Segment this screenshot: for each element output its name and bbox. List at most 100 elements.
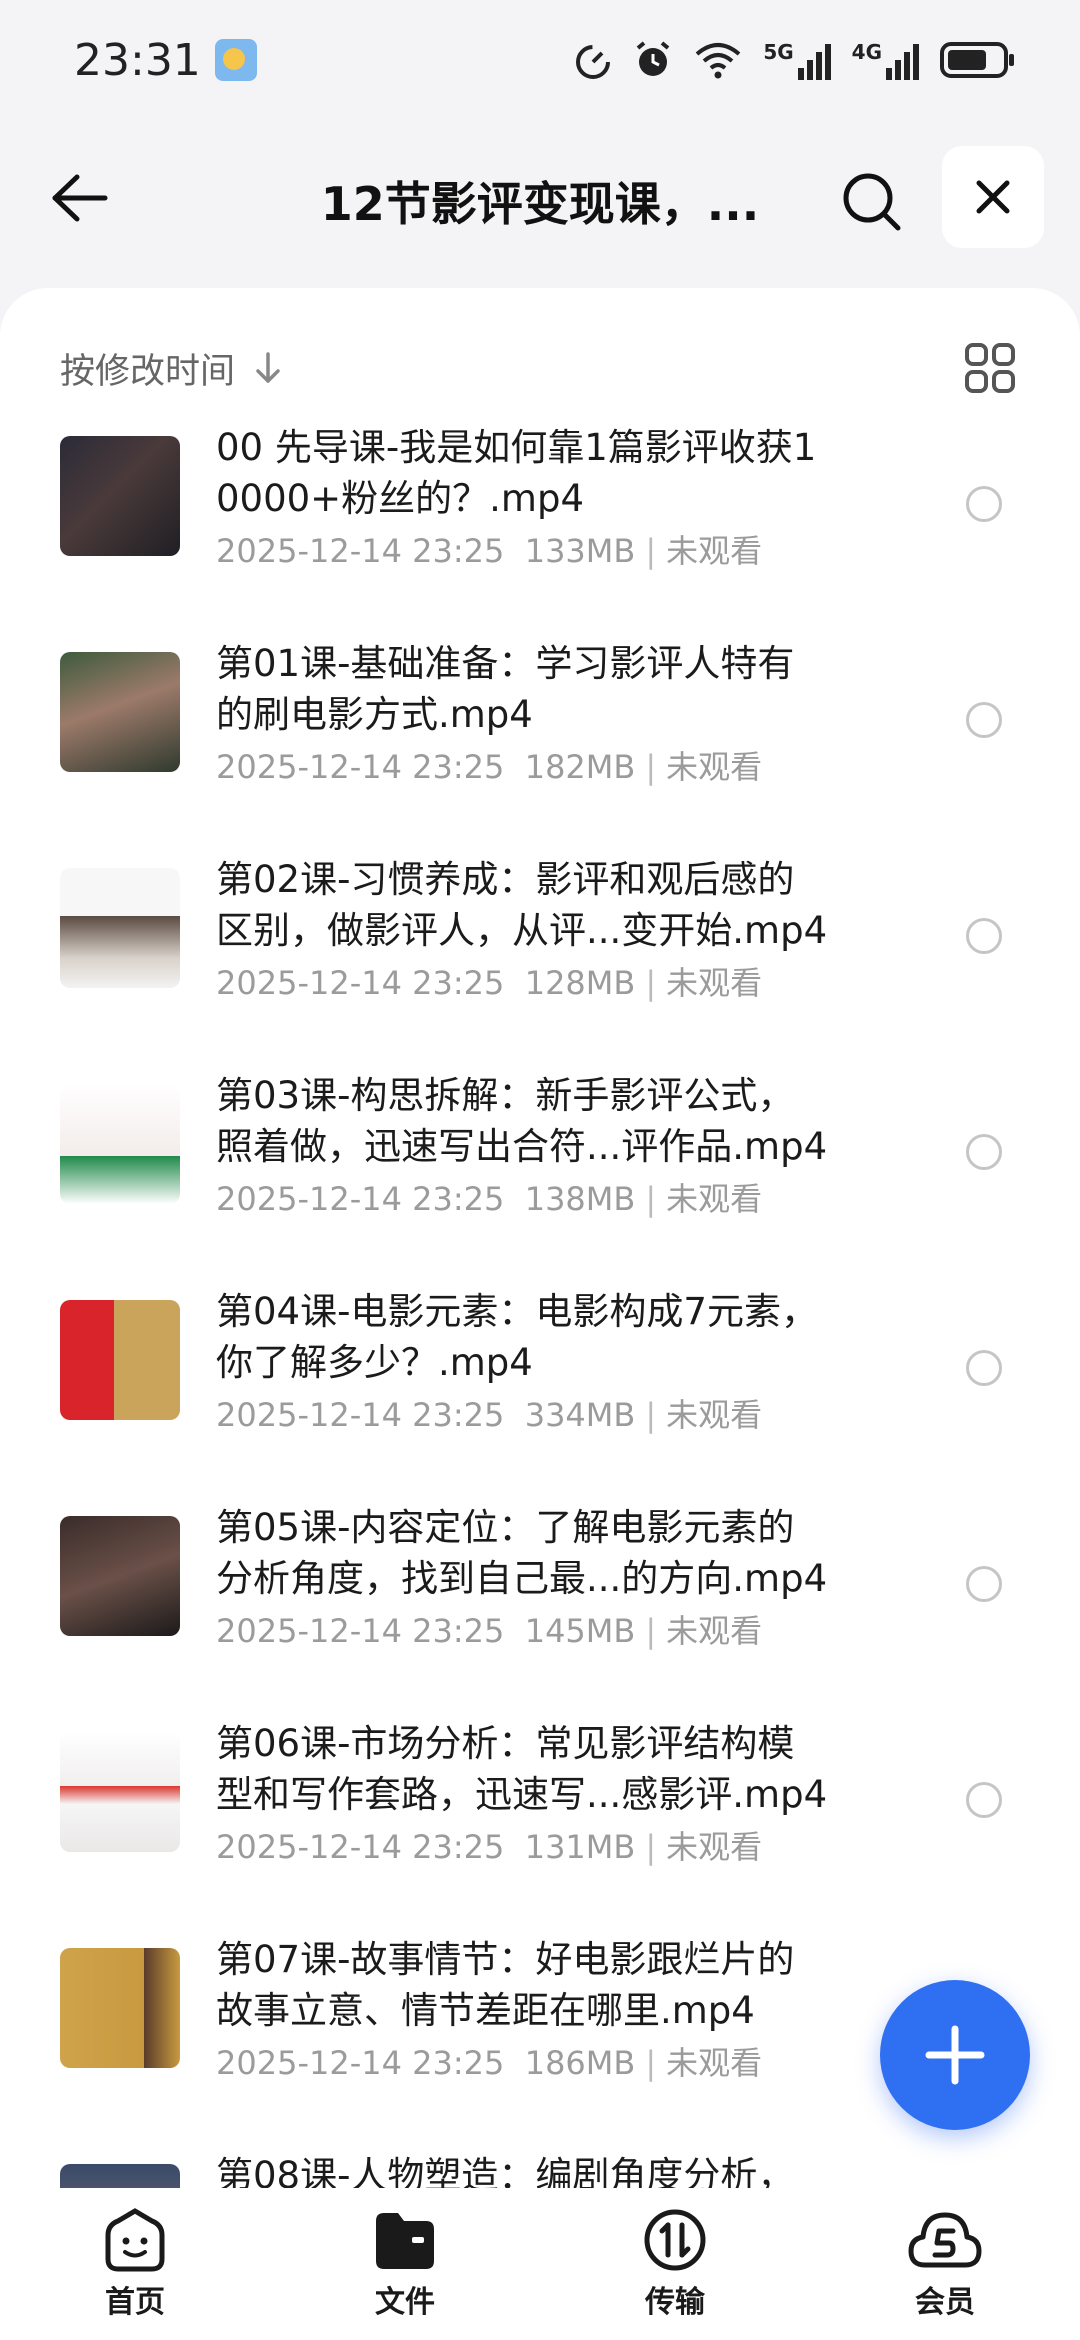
file-meta: 2025-12-14 23:25 334MB | 未观看 — [216, 1390, 762, 1436]
transfer-icon — [644, 2209, 706, 2271]
file-date: 2025-12-14 23:25 — [216, 1180, 505, 1218]
select-checkbox[interactable] — [966, 1782, 1002, 1818]
arrow-left-icon — [52, 174, 108, 222]
meta-divider: | — [645, 748, 657, 786]
file-meta: 2025-12-14 23:25 133MB | 未观看 — [216, 526, 762, 572]
file-name-line-1: 第08课-人物塑造：编剧角度分析， — [216, 2154, 795, 2188]
file-list-item[interactable]: 第05课-内容定位：了解电影元素的 分析角度，找到自己最...的方向.mp4 202… — [0, 1488, 1080, 1704]
tab-transfer[interactable]: 传输 — [540, 2188, 810, 2340]
file-name-line-1: 第06课-市场分析：常见影评结构模 — [216, 1722, 795, 1765]
file-name-line-2: 照着做，迅速写出合符...评作品.mp4 — [216, 1125, 828, 1168]
file-watch-status: 未观看 — [666, 2044, 763, 2082]
file-name-line-1: 第02课-习惯养成：影评和观后感的 — [216, 858, 795, 901]
file-list-item[interactable]: 第02课-习惯养成：影评和观后感的 区别，做影评人，从评...变开始.mp4 202… — [0, 840, 1080, 1056]
close-button[interactable] — [942, 146, 1044, 248]
video-thumbnail — [60, 1948, 180, 2068]
sort-button[interactable]: 按修改时间 — [60, 343, 283, 394]
grid-view-button[interactable] — [960, 338, 1020, 398]
file-list-item[interactable]: 第03课-构思拆解：新手影评公式， 照着做，迅速写出合符...评作品.mp4 202… — [0, 1056, 1080, 1272]
status-time-group: 23:31 — [74, 35, 257, 86]
search-button[interactable] — [834, 164, 910, 240]
file-date: 2025-12-14 23:25 — [216, 964, 505, 1002]
file-list-item[interactable]: 第01课-基础准备：学习影评人特有 的刷电影方式.mp4 2025-12-14 23… — [0, 624, 1080, 840]
select-checkbox[interactable] — [966, 1134, 1002, 1170]
select-checkbox[interactable] — [966, 918, 1002, 954]
file-name-line-2: 你了解多少？.mp4 — [216, 1341, 533, 1384]
file-date: 2025-12-14 23:25 — [216, 748, 505, 786]
network-4g-label: 4G — [851, 40, 882, 64]
file-size: 186MB — [524, 2044, 636, 2082]
tab-vip[interactable]: 会员 — [810, 2188, 1080, 2340]
file-list: 00 先导课-我是如何靠1篇影评收获1 0000+粉丝的？.mp4 2025-12-… — [0, 416, 1080, 2188]
file-list-item[interactable]: 00 先导课-我是如何靠1篇影评收获1 0000+粉丝的？.mp4 2025-12-… — [0, 416, 1080, 624]
tab-home-label: 首页 — [105, 2285, 165, 2320]
alarm-icon — [637, 41, 670, 76]
search-icon — [843, 173, 901, 231]
file-name-line-2: 0000+粉丝的？.mp4 — [216, 477, 584, 520]
file-name: 00 先导课-我是如何靠1篇影评收获1 0000+粉丝的？.mp4 — [216, 422, 876, 524]
file-watch-status: 未观看 — [666, 748, 763, 786]
file-meta: 2025-12-14 23:25 131MB | 未观看 — [216, 1822, 762, 1868]
file-name: 第04课-电影元素：电影构成7元素， 你了解多少？.mp4 — [216, 1286, 876, 1388]
file-name: 第07课-故事情节：好电影跟烂片的 故事立意、情节差距在哪里.mp4 — [216, 1934, 876, 2036]
file-watch-status: 未观看 — [666, 1180, 763, 1218]
file-watch-status: 未观看 — [666, 964, 763, 1002]
speedometer-icon — [576, 45, 611, 79]
meta-divider: | — [645, 1828, 657, 1866]
file-meta: 2025-12-14 23:25 186MB | 未观看 — [216, 2038, 762, 2084]
tab-transfer-label: 传输 — [645, 2285, 705, 2320]
file-name-line-1: 第05课-内容定位：了解电影元素的 — [216, 1506, 795, 1549]
file-name: 第01课-基础准备：学习影评人特有 的刷电影方式.mp4 — [216, 638, 876, 740]
file-name-line-2: 型和写作套路，迅速写...感影评.mp4 — [216, 1773, 828, 1816]
meta-divider: | — [645, 1180, 657, 1218]
add-button[interactable] — [880, 1980, 1030, 2130]
wifi-icon — [696, 43, 741, 79]
file-name-line-2: 故事立意、情节差距在哪里.mp4 — [216, 1989, 755, 2032]
file-watch-status: 未观看 — [666, 1396, 763, 1434]
meta-divider: | — [645, 964, 657, 1002]
file-meta: 2025-12-14 23:25 145MB | 未观看 — [216, 1606, 762, 1652]
meta-divider: | — [645, 1396, 657, 1434]
select-checkbox[interactable] — [966, 1566, 1002, 1602]
signal-5g-icon: 5G — [763, 40, 831, 80]
file-name-line-1: 第07课-故事情节：好电影跟烂片的 — [216, 1938, 795, 1981]
file-size: 131MB — [524, 1828, 636, 1866]
video-thumbnail — [60, 1300, 180, 1420]
arrow-down-icon — [256, 352, 280, 383]
file-meta: 2025-12-14 23:25 138MB | 未观看 — [216, 1174, 762, 1220]
grid-view-icon — [965, 343, 1015, 393]
select-checkbox[interactable] — [966, 702, 1002, 738]
video-thumbnail — [60, 1732, 180, 1852]
file-meta: 2025-12-14 23:25 182MB | 未观看 — [216, 742, 762, 788]
home-face-icon — [105, 2208, 165, 2272]
tab-files-label: 文件 — [375, 2285, 435, 2320]
tab-files[interactable]: 文件 — [270, 2188, 540, 2340]
file-meta: 2025-12-14 23:25 128MB | 未观看 — [216, 958, 762, 1004]
video-thumbnail — [60, 1516, 180, 1636]
file-list-item[interactable]: 第06课-市场分析：常见影评结构模 型和写作套路，迅速写...感影评.mp4 202… — [0, 1704, 1080, 1920]
folder-icon — [376, 2213, 434, 2269]
file-list-item[interactable]: 第08课-人物塑造：编剧角度分析， — [0, 2136, 1080, 2188]
file-date: 2025-12-14 23:25 — [216, 1828, 505, 1866]
tab-home[interactable]: 首页 — [0, 2188, 270, 2340]
select-checkbox[interactable] — [966, 486, 1002, 522]
file-name: 第06课-市场分析：常见影评结构模 型和写作套路，迅速写...感影评.mp4 — [216, 1718, 876, 1820]
file-name-line-1: 第03课-构思拆解：新手影评公式， — [216, 1074, 795, 1117]
signal-4g-icon: 4G — [852, 40, 920, 80]
file-name-line-2: 的刷电影方式.mp4 — [216, 693, 533, 736]
close-icon — [976, 180, 1010, 214]
file-size: 128MB — [524, 964, 636, 1002]
back-button[interactable] — [44, 166, 114, 230]
file-name-line-2: 区别，做影评人，从评...变开始.mp4 — [216, 909, 828, 952]
file-size: 182MB — [524, 748, 636, 786]
file-date: 2025-12-14 23:25 — [216, 1612, 505, 1650]
video-thumbnail — [60, 2164, 180, 2188]
status-time: 23:31 — [74, 34, 201, 86]
meta-divider: | — [645, 2044, 657, 2082]
file-name: 第03课-构思拆解：新手影评公式， 照着做，迅速写出合符...评作品.mp4 — [216, 1070, 876, 1172]
file-size: 334MB — [524, 1396, 636, 1434]
weather-icon — [214, 39, 257, 81]
file-list-item[interactable]: 第04课-电影元素：电影构成7元素， 你了解多少？.mp4 2025-12-14 2… — [0, 1272, 1080, 1488]
select-checkbox[interactable] — [966, 1350, 1002, 1386]
file-name-line-1: 第01课-基础准备：学习影评人特有 — [216, 642, 795, 685]
